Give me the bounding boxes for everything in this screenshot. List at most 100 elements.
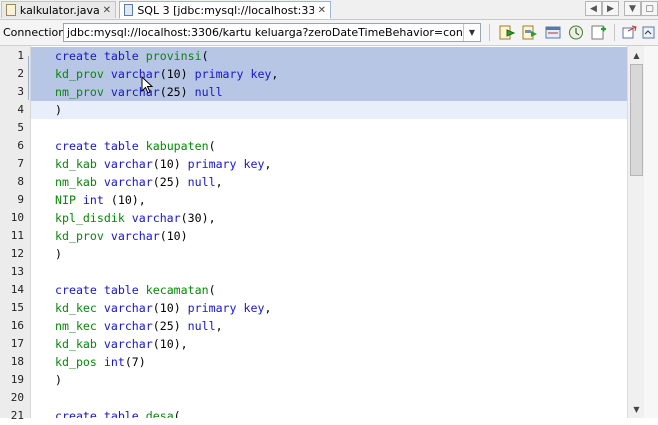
line-number: 18 bbox=[10, 355, 24, 368]
fold-guide bbox=[28, 56, 29, 100]
line-number: 6 bbox=[17, 139, 24, 152]
scroll-up-icon[interactable]: ▲ bbox=[628, 48, 645, 62]
code-line-text: kd_prov varchar(10) bbox=[55, 227, 188, 245]
line-number: 1 bbox=[17, 49, 24, 62]
sql-text: , bbox=[215, 319, 223, 333]
sql-keyword: primary key bbox=[187, 301, 265, 315]
code-line[interactable]: kd_prov varchar(10) bbox=[31, 227, 627, 245]
sql-text: (10) bbox=[152, 157, 188, 171]
vertical-scrollbar[interactable]: ▲ ▼ bbox=[627, 46, 645, 418]
close-tab-icon[interactable]: ✕ bbox=[318, 5, 326, 16]
keep-tabs-icon[interactable] bbox=[621, 24, 639, 41]
code-line[interactable]: ) bbox=[31, 371, 627, 389]
chevron-down-icon[interactable]: ▼ bbox=[463, 24, 480, 41]
code-line[interactable]: nm_kec varchar(25) null, bbox=[31, 317, 627, 335]
sql-keyword: varchar bbox=[103, 301, 153, 315]
code-line[interactable]: create table desa( bbox=[31, 407, 627, 418]
sql-keyword: varchar bbox=[110, 229, 160, 243]
line-number: 10 bbox=[10, 211, 24, 224]
sql-text: , bbox=[264, 157, 272, 171]
line-number: 21 bbox=[10, 409, 24, 422]
history-icon[interactable] bbox=[567, 24, 585, 41]
sql-identifier: desa bbox=[145, 409, 174, 418]
code-line-text: kd_pos int(7) bbox=[55, 353, 146, 371]
code-line[interactable] bbox=[31, 263, 627, 281]
editor-tab-bar: kalkulator.java ✕ SQL 3 [jdbc:mysql://lo… bbox=[0, 0, 658, 20]
code-line-text: create table kecamatan( bbox=[55, 281, 216, 299]
code-line-text: ) bbox=[55, 371, 62, 389]
sql-keyword: primary key bbox=[194, 67, 272, 81]
sql-text: ( bbox=[208, 283, 216, 297]
code-line[interactable]: ) bbox=[31, 245, 627, 263]
scroll-down-icon[interactable]: ▼ bbox=[628, 402, 645, 416]
run-statement-icon[interactable] bbox=[521, 24, 539, 41]
code-line[interactable]: ) bbox=[31, 101, 627, 119]
sql-keyword: null bbox=[187, 175, 216, 189]
code-area[interactable]: create table provinsi(kd_prov varchar(10… bbox=[31, 46, 627, 418]
sql-keyword: varchar bbox=[131, 211, 181, 225]
connection-label: Connection: bbox=[3, 26, 69, 39]
sql-editor-toolbar: Connection: jdbc:mysql://localhost:3306/… bbox=[0, 20, 658, 46]
show-opened-documents-icon[interactable]: ▼ bbox=[624, 1, 641, 16]
scroll-tabs-left-icon[interactable]: ◀ bbox=[585, 1, 602, 16]
code-line[interactable] bbox=[31, 119, 627, 137]
scrollbar-thumb[interactable] bbox=[630, 64, 643, 176]
code-line[interactable]: create table kecamatan( bbox=[31, 281, 627, 299]
line-number: 16 bbox=[10, 319, 24, 332]
sql-text: ( bbox=[201, 49, 209, 63]
sql-keyword: varchar bbox=[103, 319, 153, 333]
code-line[interactable]: kd_kab varchar(10) primary key, bbox=[31, 155, 627, 173]
line-number: 4 bbox=[17, 103, 24, 116]
sql-text: (10), bbox=[103, 193, 146, 207]
sql-keyword: create table bbox=[55, 409, 146, 418]
code-line[interactable]: kd_prov varchar(10) primary key, bbox=[31, 65, 627, 83]
sql-identifier: kd_kab bbox=[55, 337, 104, 351]
code-line[interactable] bbox=[31, 389, 627, 407]
sql-text: (25) bbox=[152, 175, 188, 189]
code-line[interactable]: NIP int (10), bbox=[31, 191, 627, 209]
code-line-text: nm_prov varchar(25) null bbox=[55, 83, 223, 101]
line-number: 7 bbox=[17, 157, 24, 170]
maximize-window-icon[interactable]: ▢ bbox=[641, 1, 658, 16]
sql-keyword: varchar bbox=[103, 175, 153, 189]
code-line-text: create table desa( bbox=[55, 407, 181, 418]
sql-editor[interactable]: 1 2 3 4 5 6 7 8 9 10 11 12 13 14 15 16 17 18 19 20 21 create… bbox=[0, 46, 658, 422]
add-bookmark-icon[interactable] bbox=[590, 24, 608, 41]
sql-text: ) bbox=[55, 103, 62, 117]
sql-text: ) bbox=[55, 373, 62, 387]
code-line[interactable]: kd_kec varchar(10) primary key, bbox=[31, 299, 627, 317]
scroll-tabs-right-icon[interactable]: ▶ bbox=[602, 1, 619, 16]
line-number: 11 bbox=[10, 229, 24, 242]
code-line-text: create table kabupaten( bbox=[55, 137, 216, 155]
line-number: 5 bbox=[17, 121, 24, 134]
code-line[interactable]: kpl_disdik varchar(30), bbox=[31, 209, 627, 227]
sql-text: (30), bbox=[180, 211, 216, 225]
tab-kalkulator-java[interactable]: kalkulator.java ✕ bbox=[1, 1, 116, 18]
sql-keyword: int bbox=[103, 355, 125, 369]
line-number: 17 bbox=[10, 337, 24, 350]
code-line[interactable]: nm_prov varchar(25) null bbox=[31, 83, 627, 101]
sql-identifier: kabupaten bbox=[145, 139, 209, 153]
sql-identifier: provinsi bbox=[145, 49, 202, 63]
tab-sql-3[interactable]: SQL 3 [jdbc:mysql://localhost:33...] ✕ bbox=[119, 1, 331, 19]
close-tab-icon[interactable]: ✕ bbox=[103, 5, 111, 16]
toolbar-options-icon[interactable] bbox=[640, 24, 658, 41]
error-stripe bbox=[644, 46, 658, 418]
code-line[interactable]: create table kabupaten( bbox=[31, 137, 627, 155]
line-number: 3 bbox=[17, 85, 24, 98]
sql-keyword: int bbox=[82, 193, 104, 207]
code-line[interactable]: kd_pos int(7) bbox=[31, 353, 627, 371]
sql-text: ( bbox=[208, 139, 216, 153]
connection-select[interactable]: jdbc:mysql://localhost:3306/kartu keluar… bbox=[63, 23, 481, 42]
line-number: 19 bbox=[10, 373, 24, 386]
code-line[interactable]: kd_kab varchar(10), bbox=[31, 335, 627, 353]
code-line-text: kd_kab varchar(10), bbox=[55, 335, 188, 353]
code-line[interactable]: nm_kab varchar(25) null, bbox=[31, 173, 627, 191]
code-line-text: ) bbox=[55, 245, 62, 263]
code-line-text: kd_kec varchar(10) primary key, bbox=[55, 299, 271, 317]
code-line[interactable]: create table provinsi( bbox=[31, 47, 627, 65]
select-in-editor-icon[interactable] bbox=[544, 24, 562, 41]
sql-text: (25) bbox=[159, 85, 195, 99]
line-number-gutter: 1 2 3 4 5 6 7 8 9 10 11 12 13 14 15 16 17 18 19 20 21 bbox=[0, 46, 31, 422]
run-sql-icon[interactable] bbox=[498, 24, 516, 41]
